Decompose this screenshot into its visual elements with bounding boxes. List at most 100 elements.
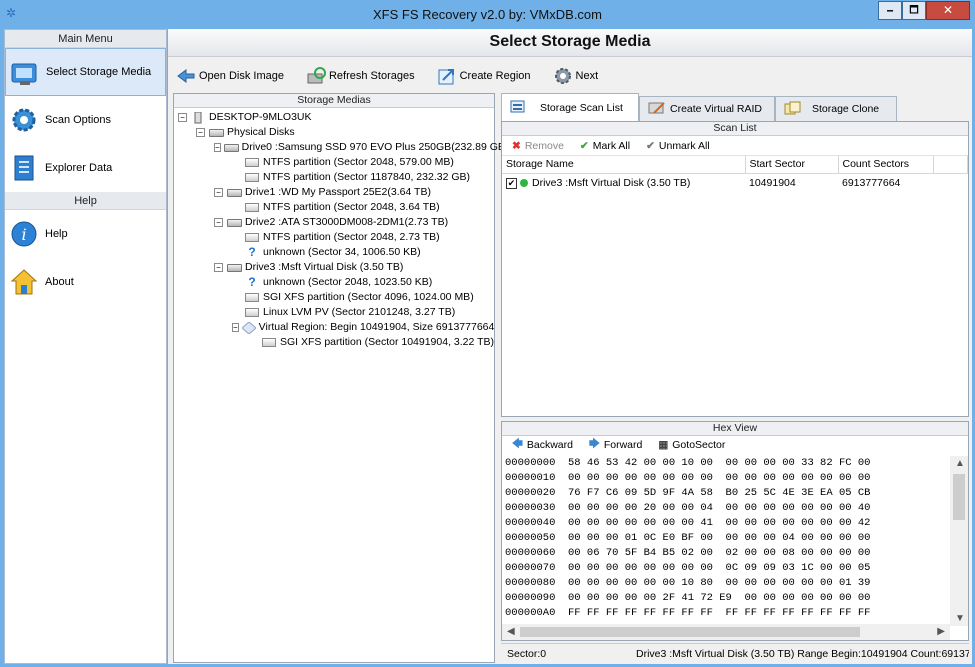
table-row[interactable]: ✔ Drive3 :Msft Virtual Disk (3.50 TB) 104… bbox=[502, 173, 968, 193]
tree-node-partition[interactable]: Linux LVM PV (Sector 2101248, 3.27 TB) bbox=[174, 305, 494, 320]
sidebar-item-about[interactable]: About bbox=[5, 258, 166, 306]
tree-node-partition[interactable]: NTFS partition (Sector 2048, 3.64 TB) bbox=[174, 200, 494, 215]
unmark-all-label: Unmark All bbox=[658, 139, 710, 152]
hex-row: 00000030 00 00 00 00 20 00 00 04 00 00 0… bbox=[505, 502, 871, 514]
tree-node-partition[interactable]: NTFS partition (Sector 1187840, 232.32 G… bbox=[174, 170, 494, 185]
tree-node-drive0[interactable]: − Drive0 :Samsung SSD 970 EVO Plus 250GB(… bbox=[174, 140, 508, 155]
hex-row: 00000090 00 00 00 00 00 2F 41 72 E9 00 0… bbox=[505, 592, 871, 604]
open-disk-image-button[interactable]: Open Disk Image bbox=[176, 63, 284, 89]
collapse-icon[interactable]: − bbox=[214, 188, 223, 197]
tree-node-drive1[interactable]: − Drive1 :WD My Passport 25E2(3.64 TB) bbox=[174, 185, 494, 200]
tree-node-partition[interactable]: SGI XFS partition (Sector 10491904, 3.22… bbox=[174, 335, 494, 350]
tab-storage-clone[interactable]: Storage Clone bbox=[775, 96, 897, 121]
hex-row: 00000000 58 46 53 42 00 00 10 00 00 00 0… bbox=[505, 457, 871, 469]
collapse-icon[interactable]: − bbox=[196, 128, 205, 137]
tab-create-virtual-raid[interactable]: Create Virtual RAID bbox=[639, 96, 775, 121]
partition-icon bbox=[244, 157, 260, 168]
minimize-button[interactable]: 🗕 bbox=[878, 1, 902, 20]
uncheck-icon: ✔ bbox=[646, 139, 655, 152]
check-icon: ✔ bbox=[579, 139, 589, 152]
refresh-storages-button[interactable]: Refresh Storages bbox=[306, 63, 415, 89]
toolbar: Open Disk Image Refresh Storages Create … bbox=[168, 59, 972, 93]
storage-media-icon bbox=[10, 57, 40, 87]
tree-node-label: DESKTOP-9MLO3UK bbox=[209, 111, 312, 123]
collapse-icon[interactable]: − bbox=[232, 323, 239, 332]
tree-node-label: unknown (Sector 34, 1006.50 KB) bbox=[263, 246, 421, 258]
scroll-up-icon[interactable]: ▲ bbox=[955, 458, 965, 469]
scroll-right-icon[interactable]: ▶ bbox=[937, 626, 945, 637]
open-disk-icon bbox=[176, 66, 196, 86]
scroll-left-icon[interactable]: ◀ bbox=[507, 626, 515, 637]
hex-dump[interactable]: 00000000 58 46 53 42 00 00 10 00 00 00 0… bbox=[502, 456, 950, 626]
tree-node-physical-disks[interactable]: − Physical Disks bbox=[174, 125, 494, 140]
unmark-all-button[interactable]: ✔ Unmark All bbox=[646, 140, 710, 152]
status-dot-icon bbox=[520, 179, 528, 188]
hex-horizontal-scrollbar[interactable]: ◀ ▶ bbox=[502, 624, 950, 640]
drive-icon bbox=[208, 127, 224, 138]
partition-icon bbox=[244, 232, 260, 243]
backward-button[interactable]: 🡄 Backward bbox=[512, 436, 573, 454]
main-menu-header: Main Menu bbox=[5, 30, 166, 48]
vertical-scroll-thumb[interactable] bbox=[953, 474, 965, 520]
tree-node-label: NTFS partition (Sector 2048, 3.64 TB) bbox=[263, 201, 440, 213]
row-checkbox[interactable]: ✔ bbox=[506, 177, 517, 189]
tab-label: Storage Scan List bbox=[540, 102, 623, 114]
tree-node-virtual-region[interactable]: − Virtual Region: Begin 10491904, Size 69… bbox=[174, 320, 494, 335]
hex-vertical-scrollbar[interactable]: ▲ ▼ bbox=[950, 456, 968, 626]
drive-icon bbox=[223, 142, 239, 153]
sidebar-item-explorer-data[interactable]: Explorer Data bbox=[5, 144, 166, 192]
column-header-storage-name[interactable]: Storage Name bbox=[502, 156, 746, 174]
tree-node-label: SGI XFS partition (Sector 10491904, 3.22… bbox=[279, 336, 494, 348]
status-bar: Sector:0 Drive3 :Msft Virtual Disk (3.50… bbox=[501, 643, 969, 663]
tree-node-drive2[interactable]: − Drive2 :ATA ST3000DM008-2DM1(2.73 TB) bbox=[174, 215, 494, 230]
horizontal-scroll-thumb[interactable] bbox=[520, 627, 860, 637]
tabs-area: Storage Scan List Create Virtual RAID St… bbox=[501, 93, 969, 417]
grid-icon: ▦ bbox=[658, 439, 669, 451]
tree-node-label: Physical Disks bbox=[227, 126, 295, 138]
tree-node-partition[interactable]: SGI XFS partition (Sector 4096, 1024.00 … bbox=[174, 290, 494, 305]
drive-icon bbox=[226, 187, 242, 198]
column-header-count-sectors[interactable]: Count Sectors bbox=[838, 156, 934, 174]
partition-icon bbox=[244, 292, 260, 303]
collapse-icon[interactable]: − bbox=[214, 218, 223, 227]
gear-icon bbox=[9, 105, 39, 135]
forward-button[interactable]: 🡆 Forward bbox=[589, 436, 642, 454]
mark-all-button[interactable]: ✔ Mark All bbox=[580, 140, 630, 152]
sidebar-item-label: About bbox=[45, 276, 74, 288]
collapse-icon[interactable]: − bbox=[214, 263, 223, 272]
hex-toolbar: 🡄 Backward 🡆 Forward ▦ GotoSector bbox=[502, 436, 968, 454]
sidebar-item-help[interactable]: i Help bbox=[5, 210, 166, 258]
refresh-icon bbox=[306, 66, 326, 86]
column-header-start-sector[interactable]: Start Sector bbox=[745, 156, 839, 174]
tree-node-computer[interactable]: − DESKTOP-9MLO3UK bbox=[174, 110, 494, 125]
sidebar-item-select-storage[interactable]: Select Storage Media bbox=[5, 48, 166, 96]
tree-node-unknown[interactable]: ? unknown (Sector 2048, 1023.50 KB) bbox=[174, 275, 494, 290]
hex-row: 00000070 00 00 00 00 00 00 00 00 0C 09 0… bbox=[505, 562, 871, 574]
question-icon: ? bbox=[248, 275, 256, 289]
maximize-button[interactable]: 🗖 bbox=[902, 1, 926, 20]
tree-node-partition[interactable]: NTFS partition (Sector 2048, 2.73 TB) bbox=[174, 230, 494, 245]
tree-node-drive3[interactable]: − Drive3 :Msft Virtual Disk (3.50 TB) bbox=[174, 260, 494, 275]
close-button[interactable]: ✕ bbox=[926, 1, 970, 20]
partition-icon bbox=[244, 202, 260, 213]
clone-icon bbox=[784, 101, 802, 118]
window-title: XFS FS Recovery v2.0 by: VMxDB.com bbox=[372, 7, 602, 22]
arrow-right-icon: 🡆 bbox=[588, 438, 600, 450]
collapse-icon[interactable]: − bbox=[178, 113, 187, 122]
tree-node-partition[interactable]: NTFS partition (Sector 2048, 579.00 MB) bbox=[174, 155, 494, 170]
scroll-down-icon[interactable]: ▼ bbox=[955, 613, 965, 624]
goto-sector-button[interactable]: ▦ GotoSector bbox=[658, 439, 725, 451]
tree-node-unknown[interactable]: ? unknown (Sector 34, 1006.50 KB) bbox=[174, 245, 494, 260]
remove-button[interactable]: ✖ Remove bbox=[512, 140, 564, 152]
main-area: Select Storage Media Open Disk Image Ref… bbox=[168, 29, 972, 664]
sidebar-item-label: Explorer Data bbox=[45, 162, 113, 174]
tree-node-label: Drive1 :WD My Passport 25E2(3.64 TB) bbox=[245, 186, 431, 198]
storage-medias-panel: Storage Medias − DESKTOP-9MLO3UK − Physica… bbox=[173, 93, 508, 663]
tab-storage-scan-list[interactable]: Storage Scan List bbox=[501, 93, 639, 122]
collapse-icon[interactable]: − bbox=[214, 143, 221, 152]
info-icon: i bbox=[9, 219, 39, 249]
tree-node-label: Drive2 :ATA ST3000DM008-2DM1(2.73 TB) bbox=[245, 216, 449, 228]
create-region-button[interactable]: Create Region bbox=[437, 63, 531, 89]
sidebar-item-scan-options[interactable]: Scan Options bbox=[5, 96, 166, 144]
next-button[interactable]: Next bbox=[553, 63, 598, 89]
